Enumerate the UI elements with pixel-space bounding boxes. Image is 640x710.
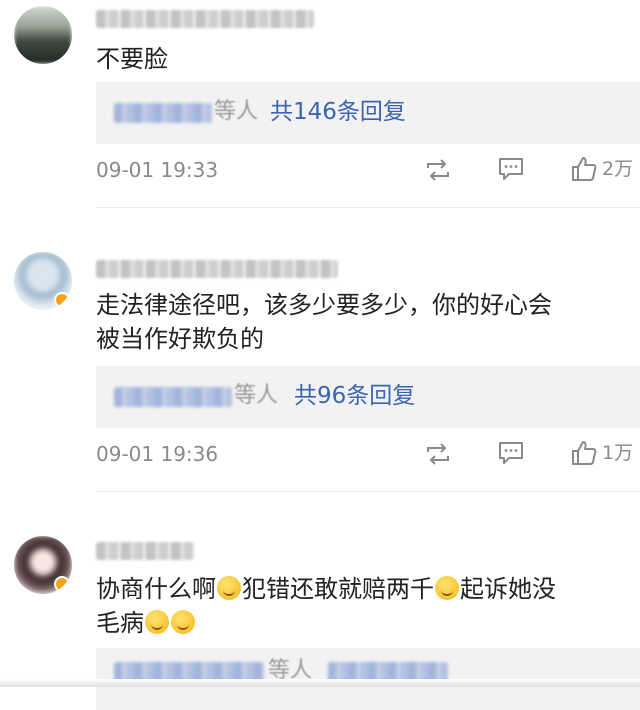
- reply-users-blurred: [114, 387, 232, 407]
- comment-button[interactable]: [497, 156, 525, 182]
- reply-etc-label: 等人: [234, 383, 279, 408]
- comment-item: 不要脸 等人 共146条回复 09-01 19:33 2万: [0, 0, 640, 210]
- thumbs-up-icon: [572, 441, 597, 465]
- comment-text-line: 走法律途径吧，该多少要多少，你的好心会: [96, 291, 552, 319]
- comment-text-line: 被当作好欺负的: [96, 325, 264, 353]
- reply-preview[interactable]: 等人 共146条回复: [96, 82, 640, 144]
- verified-badge-icon: [54, 292, 70, 308]
- repost-button[interactable]: [424, 157, 452, 183]
- comment-text-part: 犯错还敢就赔两千: [242, 575, 434, 603]
- avatar[interactable]: [14, 252, 72, 310]
- divider: [96, 491, 640, 492]
- comment-text-part: 毛病: [96, 609, 144, 637]
- verified-badge-icon: [54, 576, 70, 592]
- username-blurred[interactable]: [96, 10, 314, 28]
- grin-emoji-icon: [145, 610, 169, 634]
- avatar[interactable]: [14, 536, 72, 594]
- divider: [96, 207, 640, 208]
- reply-preview[interactable]: 等人 共96条回复: [96, 366, 640, 428]
- comment-item: 走法律途径吧，该多少要多少，你的好心会 被当作好欺负的 等人 共96条回复 09…: [0, 240, 640, 495]
- like-count: 2万: [602, 158, 634, 180]
- comment-icon: [499, 158, 523, 180]
- like-count: 1万: [602, 442, 634, 464]
- comment-text-part: 起诉她没: [460, 575, 556, 603]
- comment-text-line: 毛病: [96, 606, 630, 640]
- reply-etc-label: 等人: [214, 99, 259, 124]
- bottom-edge: [0, 679, 640, 687]
- repost-button[interactable]: [424, 441, 452, 467]
- reply-total-link[interactable]: 共96条回复: [294, 381, 415, 411]
- grin-emoji-icon: [217, 576, 241, 600]
- comment-text: 走法律途径吧，该多少要多少，你的好心会 被当作好欺负的: [96, 288, 630, 356]
- like-button[interactable]: 1万: [570, 439, 638, 467]
- grin-emoji-icon: [435, 576, 459, 600]
- repost-icon: [427, 159, 449, 181]
- comment-text-line: 不要脸: [96, 45, 168, 73]
- comment-item: 协商什么啊 犯错还敢就赔两千 起诉她没 毛病 等人: [0, 520, 640, 710]
- comment-button[interactable]: [497, 440, 525, 466]
- comment-text: 不要脸: [96, 42, 630, 76]
- like-button[interactable]: 2万: [570, 155, 638, 183]
- comment-icon: [499, 442, 523, 464]
- comment-text: 协商什么啊 犯错还敢就赔两千 起诉她没 毛病: [96, 572, 630, 640]
- reply-total-link[interactable]: 共146条回复: [270, 97, 406, 127]
- avatar[interactable]: [14, 6, 72, 64]
- comment-timestamp: 09-01 19:36: [96, 442, 219, 466]
- username-blurred[interactable]: [96, 542, 194, 560]
- comment-text-line: 协商什么啊 犯错还敢就赔两千 起诉她没: [96, 572, 630, 606]
- comment-text-part: 协商什么啊: [96, 575, 216, 603]
- comment-timestamp: 09-01 19:33: [96, 158, 219, 182]
- grin-emoji-icon: [171, 610, 195, 634]
- repost-icon: [427, 443, 449, 465]
- reply-users-blurred: [114, 103, 212, 123]
- thumbs-up-icon: [572, 157, 597, 181]
- username-blurred[interactable]: [96, 260, 338, 278]
